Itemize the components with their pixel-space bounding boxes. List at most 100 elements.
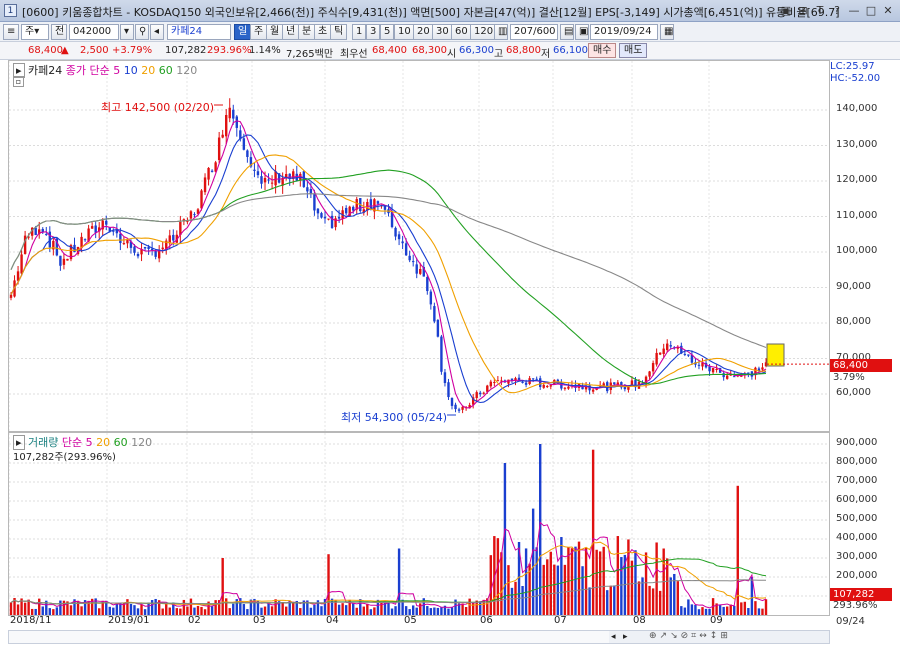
volume-bar bbox=[366, 603, 369, 615]
period-month-button[interactable]: 월 bbox=[266, 24, 284, 40]
volume-bar bbox=[609, 585, 612, 615]
lock-icon[interactable]: ▤ bbox=[560, 24, 574, 40]
volume-bar bbox=[542, 564, 545, 615]
candle-body bbox=[242, 138, 246, 150]
minute-20-button[interactable]: 20 bbox=[413, 24, 434, 40]
maximize-icon[interactable]: □ bbox=[863, 3, 879, 18]
minimize-icon[interactable]: — bbox=[846, 3, 862, 18]
volume-bar bbox=[98, 608, 101, 615]
type-select[interactable]: 주▾ bbox=[21, 24, 49, 40]
minute-60-button[interactable]: 60 bbox=[451, 24, 472, 40]
scroll-track[interactable] bbox=[9, 631, 609, 643]
prev-icon[interactable]: ◂ bbox=[150, 24, 164, 40]
text-icon[interactable]: T bbox=[812, 3, 828, 18]
volume-bar bbox=[126, 599, 129, 615]
period-week-button[interactable]: 주 bbox=[250, 24, 268, 40]
volume-tick-label: 800,000 bbox=[836, 456, 878, 467]
volume-bar bbox=[274, 599, 277, 615]
volume-bar bbox=[62, 600, 66, 615]
amount-value: 7,265백만 bbox=[286, 49, 334, 60]
volume-legend-ma120: 120 bbox=[131, 436, 153, 449]
volume-bar bbox=[602, 546, 605, 615]
candle-body bbox=[119, 233, 122, 244]
code-dropdown-icon[interactable]: ▾ bbox=[120, 24, 134, 40]
chart-type-icon[interactable]: ▥ bbox=[494, 24, 508, 40]
date-field[interactable]: 2019/09/24 bbox=[590, 24, 658, 40]
toolbar: ≡ 주▾ 전 042000 ▾ ⚲ ◂ 카페24 일 주 월 년 분 초 틱 1… bbox=[0, 22, 900, 42]
close-icon[interactable]: ✕ bbox=[880, 3, 896, 18]
chart-scrollbar[interactable]: ◂ ▸ ⊕↗↘⊘⌗↔↕⊞ bbox=[8, 630, 830, 644]
candle-body bbox=[563, 387, 567, 389]
minute-5-button[interactable]: 5 bbox=[380, 24, 395, 40]
volume-bar bbox=[613, 585, 616, 615]
min-annotation: 최저 54,300 (05/24) bbox=[341, 411, 448, 424]
minute-30-button[interactable]: 30 bbox=[432, 24, 453, 40]
layout-icon[interactable]: ⊞ bbox=[795, 3, 811, 18]
sell-button[interactable]: 매도 bbox=[619, 43, 648, 58]
stock-name-field[interactable]: 카페24 bbox=[167, 24, 231, 40]
period-tick-button[interactable]: 틱 bbox=[330, 24, 348, 40]
price-chart-panel[interactable]: ▸ 카페24 종가 단순 5 10 20 60 120 ▫ 최고 142,500… bbox=[8, 60, 830, 432]
code-input[interactable]: 042000 bbox=[69, 24, 119, 40]
volume-bar bbox=[9, 602, 13, 615]
volume-bar bbox=[419, 603, 422, 615]
scroll-left-icon[interactable]: ◂ bbox=[611, 632, 621, 642]
count-field[interactable]: 207/600 bbox=[510, 24, 558, 40]
minute-10-button[interactable]: 10 bbox=[394, 24, 415, 40]
buy-button[interactable]: 매수 bbox=[588, 43, 617, 58]
period-day-button[interactable]: 일 bbox=[234, 24, 252, 40]
period-second-button[interactable]: 초 bbox=[314, 24, 332, 40]
type-select-value: 주 bbox=[25, 26, 35, 37]
current-price-badge: 68,400 bbox=[830, 359, 892, 372]
volume-bar bbox=[757, 608, 761, 615]
volume-bar bbox=[683, 607, 687, 615]
legend-stock-name: 카페24 bbox=[28, 64, 63, 77]
volume-bar bbox=[69, 605, 73, 615]
price-tick-label: 100,000 bbox=[836, 245, 878, 256]
price-chart bbox=[9, 61, 829, 431]
save-icon[interactable]: ▣ bbox=[575, 24, 589, 40]
period-year-button[interactable]: 년 bbox=[282, 24, 300, 40]
volume-bar bbox=[136, 608, 140, 615]
calendar-icon[interactable]: ▦ bbox=[660, 24, 674, 40]
panel-settings-icon[interactable]: ▫ bbox=[13, 76, 24, 87]
link-icon[interactable]: ▣ bbox=[778, 3, 794, 18]
volume-bar bbox=[701, 607, 704, 615]
search-icon[interactable]: ⚲ bbox=[135, 24, 149, 40]
volume-bar bbox=[373, 607, 376, 615]
volume-bar bbox=[260, 607, 263, 615]
x-label: 06 bbox=[480, 615, 493, 626]
candle-body bbox=[447, 382, 450, 398]
volume-bar bbox=[210, 606, 214, 615]
volume-bar bbox=[292, 601, 295, 615]
price-tick-label: 80,000 bbox=[836, 316, 871, 327]
candle-body bbox=[154, 251, 157, 257]
low-label: 저 bbox=[541, 49, 551, 60]
volume-bar bbox=[718, 605, 722, 615]
candle-body bbox=[193, 214, 196, 216]
volume-bar bbox=[154, 598, 157, 615]
candle-body bbox=[270, 182, 274, 184]
scroll-right-icon[interactable]: ▸ bbox=[623, 632, 633, 642]
candle-body bbox=[90, 226, 94, 229]
candle-body bbox=[613, 382, 616, 385]
volume-bar bbox=[242, 604, 246, 615]
volume-bar bbox=[232, 603, 235, 615]
candle-body bbox=[344, 207, 348, 214]
volume-chart-panel[interactable]: ▸ 거래량 단순 5 20 60 120 107,282주(293.96%) bbox=[8, 432, 830, 616]
legend-ma20: 20 bbox=[141, 64, 156, 77]
volume-bar bbox=[595, 549, 598, 615]
volume-bar bbox=[327, 554, 330, 615]
help-icon[interactable]: ? bbox=[829, 3, 845, 18]
period-minute-button[interactable]: 분 bbox=[298, 24, 316, 40]
minute-3-button[interactable]: 3 bbox=[366, 24, 381, 40]
mode-button[interactable]: 전 bbox=[51, 24, 67, 40]
minute-1-button[interactable]: 1 bbox=[352, 24, 367, 40]
menu-icon[interactable]: ≡ bbox=[3, 24, 19, 40]
chart-tools-icons[interactable]: ⊕↗↘⊘⌗↔↕⊞ bbox=[649, 631, 731, 641]
candle-body bbox=[397, 234, 401, 240]
volume-bar bbox=[535, 547, 538, 615]
candle-body bbox=[9, 294, 13, 298]
window-icon[interactable]: 1 bbox=[4, 4, 17, 17]
volume-bar bbox=[606, 590, 609, 615]
